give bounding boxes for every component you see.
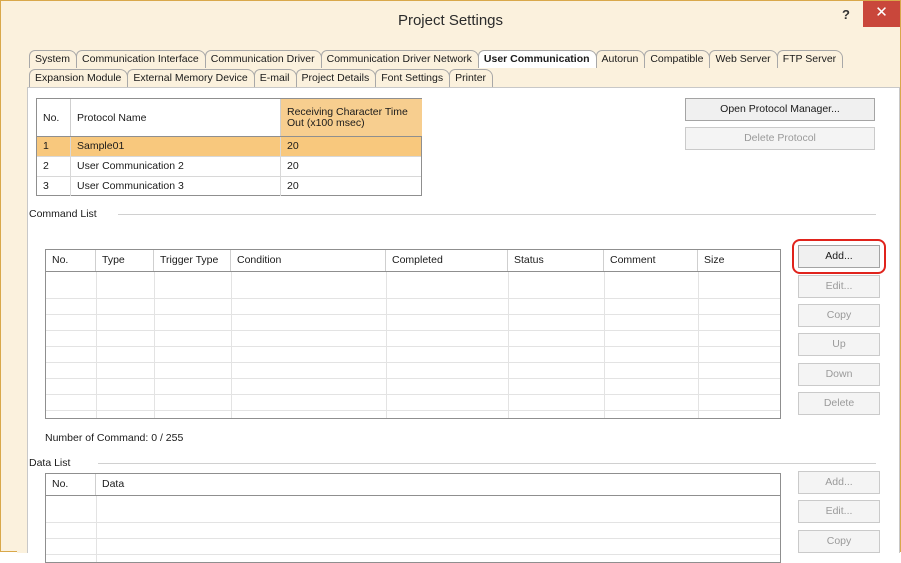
grid-line [96,496,97,562]
grid-line [46,362,780,363]
row-no: 2 [37,157,71,176]
grid-line [46,314,780,315]
grid-line [231,272,232,418]
data-list-header: No. Data [46,474,780,496]
protocol-row[interactable]: 3 User Communication 3 20 [37,177,421,197]
col-no[interactable]: No. [37,99,71,136]
delete-protocol-button[interactable]: Delete Protocol [685,127,875,150]
user-communication-panel: No. Protocol Name Receiving Character Ti… [27,87,900,563]
col-size[interactable]: Size [698,250,780,271]
col-no[interactable]: No. [46,250,96,271]
col-condition[interactable]: Condition [231,250,386,271]
row-protocol-name: Sample01 [71,137,281,156]
tab-compatible[interactable]: Compatible [644,50,711,68]
tab-external-memory-device[interactable]: External Memory Device [127,69,255,87]
row-protocol-name: User Communication 3 [71,177,281,196]
col-data[interactable]: Data [96,474,780,495]
grid-line [604,272,605,418]
command-list-divider [118,214,876,215]
col-comment[interactable]: Comment [604,250,698,271]
command-list-table[interactable]: No. Type Trigger Type Condition Complete… [45,249,781,419]
tab-font-settings[interactable]: Font Settings [375,69,451,87]
col-protocol-name[interactable]: Protocol Name [71,99,281,136]
data-add-button[interactable]: Add... [798,471,880,494]
grid-line [46,394,780,395]
command-delete-button[interactable]: Delete [798,392,880,415]
project-settings-window: Project Settings ? ✕ System Communicatio… [0,0,901,563]
open-protocol-manager-button[interactable]: Open Protocol Manager... [685,98,875,121]
command-list-header: No. Type Trigger Type Condition Complete… [46,250,780,272]
dialog-body: System Communication Interface Communica… [17,39,900,563]
grid-line [46,410,780,411]
command-copy-button[interactable]: Copy [798,304,880,327]
tab-row-1: System Communication Interface Communica… [29,50,844,68]
grid-line [46,298,780,299]
tab-ftp-server[interactable]: FTP Server [776,50,844,68]
col-receiving-timeout[interactable]: Receiving Character Time Out (x100 msec) [281,99,422,136]
grid-line [46,378,780,379]
row-protocol-name: User Communication 2 [71,157,281,176]
grid-line [508,272,509,418]
protocol-table-header: No. Protocol Name Receiving Character Ti… [37,99,422,137]
tab-row-2: Expansion Module External Memory Device … [29,69,494,87]
row-no: 1 [37,137,71,156]
grid-line [46,554,780,555]
data-list-table[interactable]: No. Data [45,473,781,563]
protocol-row[interactable]: 1 Sample01 20 [37,137,421,157]
command-edit-button[interactable]: Edit... [798,275,880,298]
tab-communication-driver[interactable]: Communication Driver [204,50,322,68]
grid-line [154,272,155,418]
grid-line [698,272,699,418]
protocol-row[interactable]: 2 User Communication 2 20 [37,157,421,177]
grid-line [46,330,780,331]
title-bar: Project Settings ? ✕ [1,1,900,39]
command-down-button[interactable]: Down [798,363,880,386]
grid-line [96,272,97,418]
window-title: Project Settings [397,12,504,29]
command-up-button[interactable]: Up [798,333,880,356]
tab-web-server[interactable]: Web Server [709,50,778,68]
help-icon[interactable]: ? [834,5,858,27]
tab-expansion-module[interactable]: Expansion Module [29,69,129,87]
tab-printer[interactable]: Printer [449,69,494,87]
protocol-table: No. Protocol Name Receiving Character Ti… [36,98,422,196]
tab-email[interactable]: E-mail [253,69,297,87]
command-add-button[interactable]: Add... [798,245,880,268]
tab-autorun[interactable]: Autorun [595,50,646,68]
col-trigger-type[interactable]: Trigger Type [154,250,231,271]
tab-communication-interface[interactable]: Communication Interface [76,50,206,68]
col-type[interactable]: Type [96,250,154,271]
grid-line [46,538,780,539]
col-status[interactable]: Status [508,250,604,271]
row-timeout: 20 [287,140,299,152]
data-list-label: Data List [29,457,77,469]
data-edit-button[interactable]: Edit... [798,500,880,523]
close-icon[interactable]: ✕ [863,1,900,27]
row-no: 3 [37,177,71,196]
data-list-divider [98,463,876,464]
grid-line [46,346,780,347]
col-completed[interactable]: Completed [386,250,508,271]
grid-line [46,522,780,523]
grid-line [386,272,387,418]
command-list-label: Command List [29,208,103,220]
col-no[interactable]: No. [46,474,96,495]
data-copy-button[interactable]: Copy [798,530,880,553]
tab-project-details[interactable]: Project Details [295,69,377,87]
row-timeout: 20 [287,180,299,192]
command-count: Number of Command: 0 / 255 [45,432,184,444]
tab-communication-driver-network[interactable]: Communication Driver Network [320,50,479,68]
tab-system[interactable]: System [29,50,78,68]
tab-user-communication[interactable]: User Communication [477,50,597,68]
row-timeout: 20 [287,160,299,172]
